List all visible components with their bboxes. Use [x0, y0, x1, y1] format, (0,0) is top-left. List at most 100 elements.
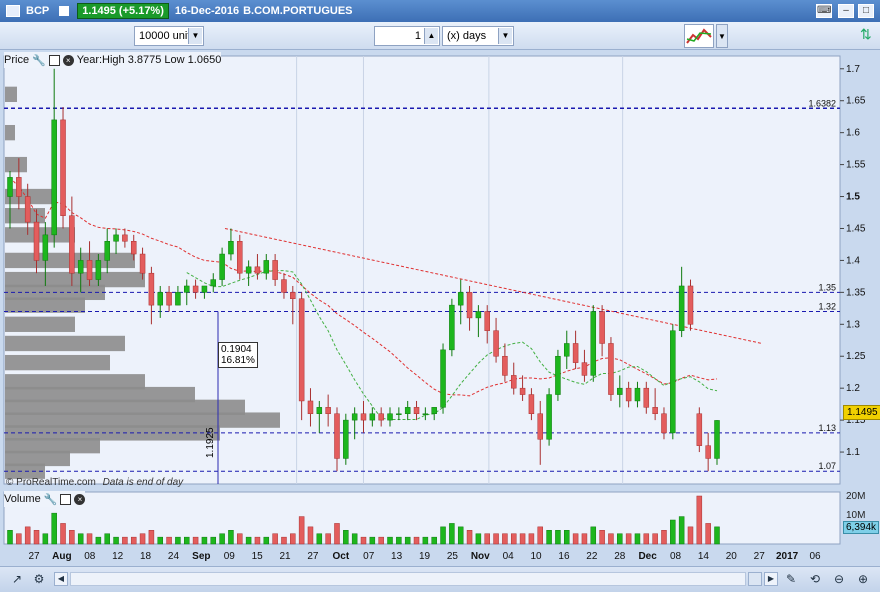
candle-body [387, 413, 393, 421]
scroll-thumb[interactable] [748, 572, 762, 586]
chevron-down-icon[interactable]: ▼ [498, 28, 512, 44]
x-tick-label: Aug [52, 551, 71, 562]
zoom-out-icon[interactable]: ⊖ [830, 570, 848, 588]
stepper-icon[interactable]: ▲ [424, 28, 438, 44]
candle-body [184, 285, 190, 293]
drawing-tool-icon[interactable]: ✎ [782, 570, 800, 588]
x-tick-label: 08 [84, 551, 96, 562]
units-select[interactable]: 10000 units ▼ [134, 26, 204, 46]
zoom-reset-icon[interactable]: ⟲ [806, 570, 824, 588]
volume-bar [139, 533, 146, 545]
measure-value: 0.1904 [221, 344, 252, 355]
scroll-left-icon[interactable]: ◀ [54, 572, 68, 586]
candle-body [192, 285, 199, 293]
candle-body [422, 413, 429, 415]
volume-scale-20m: 20M [846, 491, 866, 502]
volume-bar [228, 530, 234, 545]
volume-bar [546, 530, 552, 545]
x-tick-label: 2017 [776, 551, 799, 562]
candle-body [670, 330, 676, 434]
volume-bar [281, 536, 287, 545]
chart-style-button[interactable] [684, 24, 714, 48]
horizontal-line-label: 1.13 [818, 423, 836, 433]
close-panel-icon[interactable]: × [74, 493, 86, 505]
y-tick-label: 1.6 [846, 128, 860, 139]
x-tick-label: 09 [224, 551, 236, 562]
volume-chart[interactable] [0, 490, 880, 546]
candle-body [714, 420, 720, 459]
period-unit-select[interactable]: (x) days ▼ [442, 26, 514, 46]
candle-body [24, 196, 31, 223]
indicator-icon[interactable]: ⚙ [30, 570, 48, 588]
wrench-icon[interactable]: 🔧 [32, 54, 46, 67]
x-tick-label: 27 [307, 551, 319, 562]
volume-bar [422, 536, 429, 545]
volume-bar [608, 533, 614, 545]
x-tick-label: 10 [531, 551, 543, 562]
maximize-panel-icon[interactable] [48, 54, 60, 66]
x-tick-label: Oct [332, 551, 349, 562]
volume-profile-bar [5, 297, 85, 313]
candle-body [360, 413, 367, 421]
volume-bar [24, 526, 31, 545]
candle-body [572, 343, 579, 363]
volume-bar [714, 526, 720, 545]
zoom-in-icon[interactable]: ⊕ [854, 570, 872, 588]
candle-body [51, 119, 57, 236]
x-tick-label: 27 [754, 551, 766, 562]
candle-body [404, 407, 411, 414]
volume-bar [77, 533, 84, 545]
volume-bar [122, 536, 128, 545]
candle-body [42, 234, 49, 261]
minimize-icon[interactable]: – [838, 4, 854, 18]
measure-low-label: 1.1925 [205, 427, 216, 458]
volume-bar [590, 526, 597, 545]
volume-bar [661, 530, 667, 545]
volume-bar [95, 536, 102, 545]
period-stepper[interactable]: 1 ▲ [374, 26, 440, 46]
candle-body [281, 279, 287, 293]
current-price-label: 1.1495 [843, 405, 880, 420]
volume-bar [166, 536, 172, 545]
keyboard-icon[interactable]: ⌨ [816, 4, 832, 18]
volume-bar [537, 526, 543, 545]
wrench-icon[interactable]: 🔧 [44, 493, 58, 506]
volume-profile-bar [5, 86, 17, 102]
close-panel-icon[interactable]: × [62, 54, 74, 66]
candle-body [113, 234, 119, 242]
info-icon[interactable] [59, 6, 70, 16]
candle-body [334, 413, 340, 459]
candle-body [219, 253, 225, 280]
price-chart[interactable]: 1.6382 1.35 1.32 1.13 1.07 1.7 1.65 1.6 1.55 1.5 1… [0, 50, 880, 490]
y-tick-label: 1.1 [846, 447, 860, 458]
candle-body [449, 304, 455, 351]
horizontal-scrollbar[interactable] [70, 572, 746, 586]
chevron-down-icon[interactable]: ▼ [188, 28, 202, 44]
maximize-icon[interactable]: □ [858, 4, 874, 18]
candle-body [608, 343, 614, 395]
date-label: 16-Dec-2016 [174, 5, 240, 17]
candle-body [77, 260, 84, 274]
chart-style-dropdown[interactable]: ▼ [716, 24, 728, 48]
volume-bar [440, 526, 446, 545]
maximize-panel-icon[interactable] [60, 493, 72, 505]
candle-body [625, 387, 632, 402]
y-tick-label: 1.5 [846, 192, 860, 203]
candle-body [166, 292, 172, 306]
scroll-right-icon[interactable]: ▶ [764, 572, 778, 586]
volume-bar [369, 536, 376, 545]
volume-bar [360, 536, 367, 545]
candle-body [104, 241, 110, 261]
exchange-label: B.COM.PORTUGUES [243, 5, 353, 17]
candle-body [634, 387, 641, 402]
volume-bar [449, 523, 455, 545]
candle-body [528, 394, 535, 414]
watermark: © ProRealTime.com Data is end of day [6, 477, 183, 488]
candle-body [33, 221, 40, 261]
volume-bar [148, 530, 155, 545]
horizontal-line-label: 1.6382 [808, 98, 836, 108]
measure-box[interactable]: 0.1904 16.81% [218, 342, 258, 368]
export-icon[interactable]: ↗ [8, 570, 26, 588]
volume-bar [599, 530, 605, 545]
sync-icon[interactable]: ⇅ [860, 26, 876, 46]
